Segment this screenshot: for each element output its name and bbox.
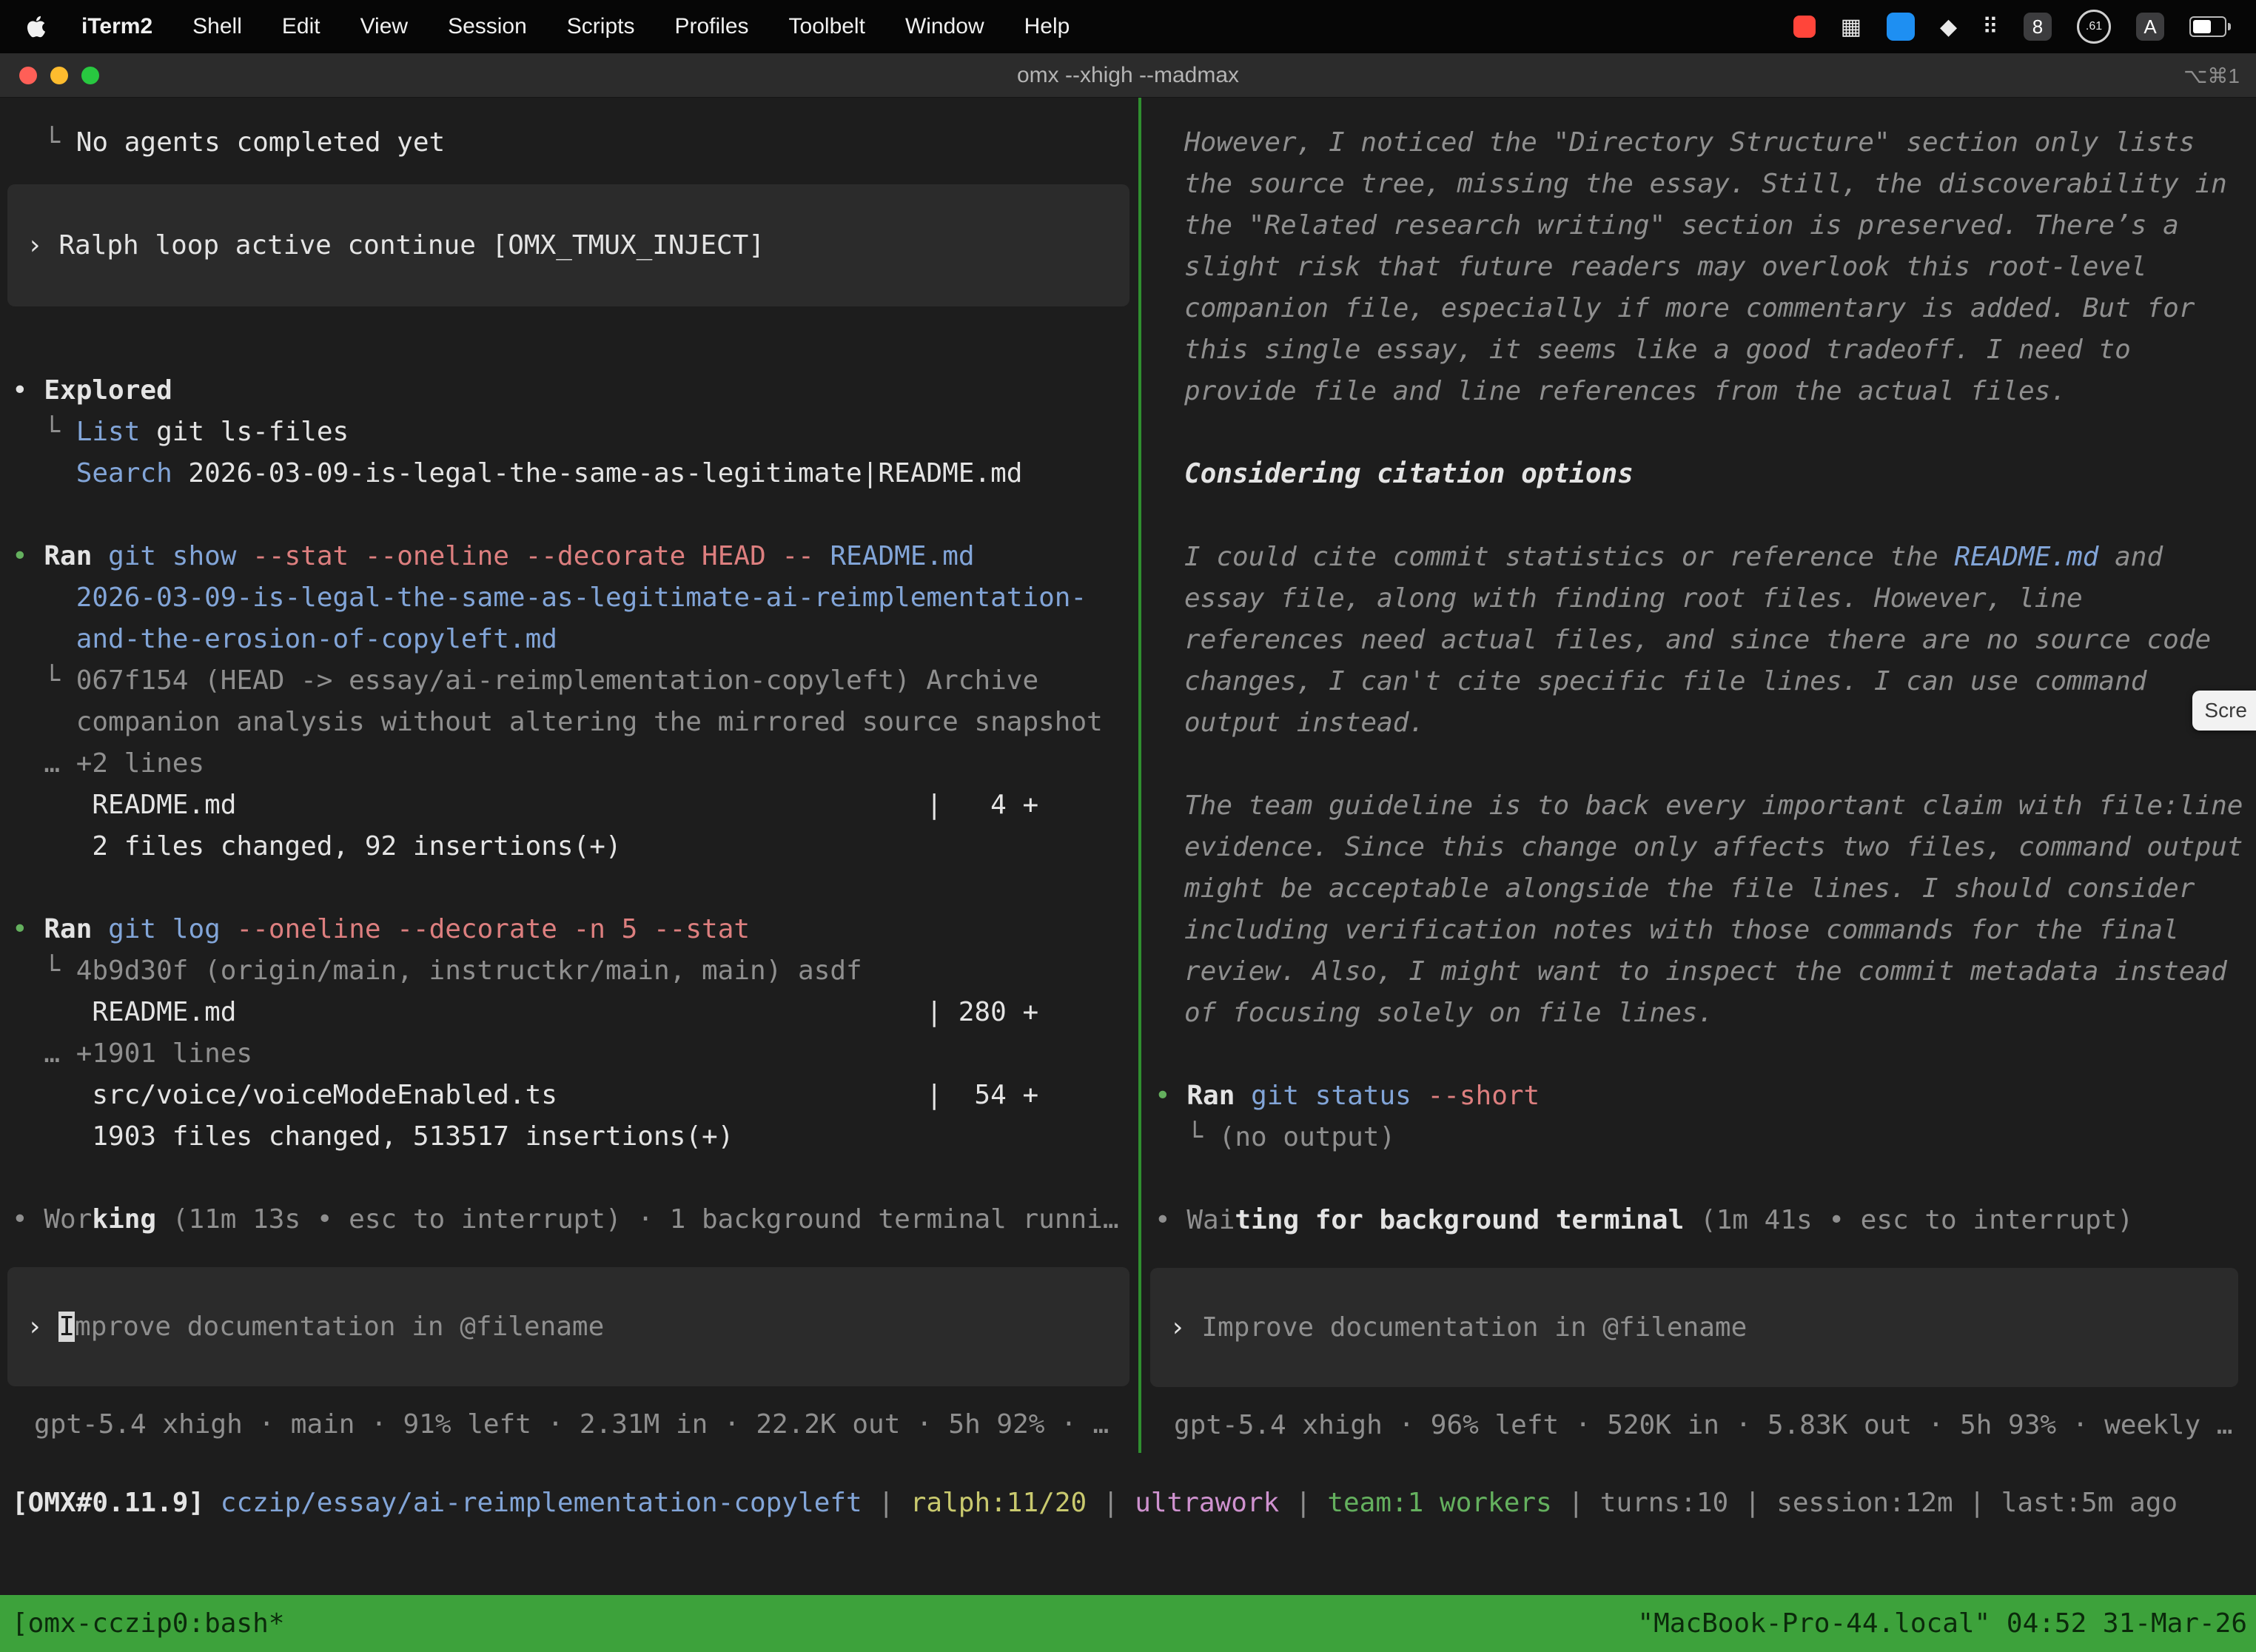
ran-git-log-line: • Ran git log --oneline --decorate -n 5 …	[12, 909, 1138, 950]
prompt-input-left[interactable]: › Improve documentation in @filename	[7, 1267, 1129, 1386]
right-pane: However, I noticed the "Directory Struct…	[1141, 98, 2256, 1453]
prompt-input-right[interactable]: › Improve documentation in @filename	[1150, 1268, 2238, 1387]
keyboard-layout-icon[interactable]: 8	[2024, 13, 2052, 41]
menu-item-help[interactable]: Help	[1004, 14, 1090, 39]
menu-item-edit[interactable]: Edit	[262, 14, 340, 39]
log-more-lines-indicator: … +1901 lines	[12, 1033, 1138, 1075]
waiting-status-line: • Waiting for background terminal (1m 41…	[1155, 1200, 2247, 1241]
log-diffstat-readme: README.md | 280 +	[12, 992, 1138, 1033]
menu-item-window[interactable]: Window	[885, 14, 1004, 39]
tmux-session-window: [omx-cczip0:bash*	[12, 1608, 284, 1639]
macos-menubar: iTerm2 Shell Edit View Session Scripts P…	[0, 0, 2256, 53]
menu-item-shell[interactable]: Shell	[172, 14, 262, 39]
reasoning-paragraph-3: The team guideline is to back every impo…	[1184, 785, 2247, 1034]
log-commit-line: └ 4b9d30f (origin/main, instructkr/main,…	[12, 950, 1138, 992]
tmux-statusbar: [omx-cczip0:bash* "MacBook-Pro-44.local"…	[0, 1595, 2256, 1652]
menu-item-iterm2[interactable]: iTerm2	[71, 14, 172, 39]
log-diffstat-voice: src/voice/voiceModeEnabled.ts | 54 +	[12, 1075, 1138, 1116]
explored-header: • Explored	[12, 370, 1138, 412]
diamond-app-icon[interactable]: ◆	[1940, 14, 1957, 40]
commit-line-wrap: companion analysis without altering the …	[12, 702, 1138, 743]
app-launcher-icon[interactable]: ⠿	[1982, 14, 1998, 40]
log-diffstat-summary: 1903 files changed, 513517 insertions(+)	[12, 1116, 1138, 1158]
tmux-host-clock: "MacBook-Pro-44.local" 04:52 31-Mar-26	[1637, 1608, 2247, 1639]
screen-recording-stop-icon[interactable]	[1793, 16, 1816, 38]
ran-git-show-line: • Ran git show --stat --oneline --decora…	[12, 536, 1138, 577]
filename-line-2: and-the-erosion-of-copyleft.md	[12, 619, 1138, 660]
menubar-status-icons: ▦ ◆ ⠿ 8 .61 A	[1793, 10, 2231, 44]
ran-git-status-line: • Ran git status --short	[1155, 1075, 2247, 1117]
agents-status-line: └ No agents completed yet	[12, 122, 1138, 164]
reasoning-paragraph-2: I could cite commit statistics or refere…	[1184, 537, 2247, 744]
screen-overlay-tab[interactable]: Scre	[2192, 691, 2256, 731]
menu-item-session[interactable]: Session	[428, 14, 547, 39]
filename-line-1: 2026-03-09-is-legal-the-same-as-legitima…	[12, 577, 1138, 619]
omx-status-line: [OMX#0.11.9] cczip/essay/ai-reimplementa…	[12, 1483, 2238, 1524]
menu-item-scripts[interactable]: Scripts	[547, 14, 655, 39]
window-title: omx --xhigh --madmax	[1017, 63, 1239, 88]
prompt-input-right-text: › Improve documentation in @filename	[1169, 1307, 1747, 1349]
battery-percentage-icon[interactable]: .61	[2077, 10, 2111, 44]
diffstat-readme: README.md | 4 +	[12, 785, 1138, 826]
model-status-left: gpt-5.4 xhigh · main · 91% left · 2.31M …	[12, 1404, 1138, 1446]
blue-app-icon[interactable]	[1887, 13, 1915, 41]
screen: iTerm2 Shell Edit View Session Scripts P…	[0, 0, 2256, 1652]
working-status-line: • Working (11m 13s • esc to interrupt) ·…	[12, 1199, 1138, 1240]
input-source-icon[interactable]: A	[2136, 13, 2164, 41]
menu-item-view[interactable]: View	[340, 14, 428, 39]
window-grid-icon[interactable]: ▦	[1841, 14, 1861, 40]
model-status-right: gpt-5.4 xhigh · 96% left · 520K in · 5.8…	[1155, 1405, 2247, 1446]
menu-item-toolbelt[interactable]: Toolbelt	[769, 14, 885, 39]
window-titlebar: omx --xhigh --madmax ⌥⌘1	[0, 53, 2256, 98]
window-controls	[19, 53, 99, 98]
more-lines-indicator: … +2 lines	[12, 743, 1138, 785]
close-button[interactable]	[19, 67, 37, 84]
commit-line: └ 067f154 (HEAD -> essay/ai-reimplementa…	[12, 660, 1138, 702]
pane-shortcut-indicator: ⌥⌘1	[2183, 53, 2240, 98]
ralph-inject-box[interactable]: › Ralph loop active continue [OMX_TMUX_I…	[7, 184, 1129, 306]
explored-list-line: └ List git ls-files	[12, 412, 1138, 453]
explored-search-line: Search 2026-03-09-is-legal-the-same-as-l…	[12, 453, 1138, 494]
reasoning-heading: Considering citation options	[1184, 454, 2247, 495]
reasoning-paragraph-1: However, I noticed the "Directory Struct…	[1184, 122, 2247, 412]
no-output-line: └ (no output)	[1155, 1117, 2247, 1158]
apple-menu-icon[interactable]	[25, 12, 50, 41]
terminal-panes: └ No agents completed yet › Ralph loop a…	[0, 98, 2256, 1453]
diffstat-summary: 2 files changed, 92 insertions(+)	[12, 826, 1138, 867]
left-pane: └ No agents completed yet › Ralph loop a…	[0, 98, 1138, 1453]
minimize-button[interactable]	[50, 67, 68, 84]
battery-icon[interactable]	[2189, 16, 2231, 37]
zoom-button[interactable]	[81, 67, 99, 84]
menu-item-profiles[interactable]: Profiles	[654, 14, 768, 39]
ralph-inject-text: › Ralph loop active continue [OMX_TMUX_I…	[27, 225, 765, 266]
prompt-input-left-text: › Improve documentation in @filename	[27, 1306, 604, 1348]
omx-status-row: [OMX#0.11.9] cczip/essay/ai-reimplementa…	[0, 1453, 2256, 1595]
